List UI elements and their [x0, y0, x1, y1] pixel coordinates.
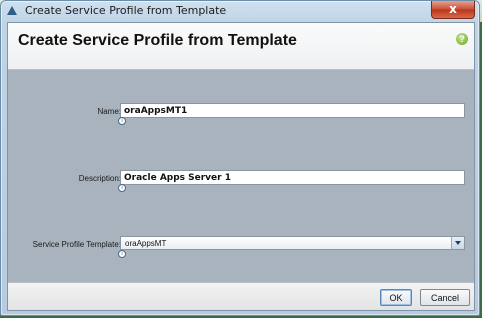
template-label: Service Profile Template: [32, 240, 121, 249]
app-triangle-icon [7, 6, 17, 15]
title-bar[interactable]: Create Service Profile from Template x [1, 1, 479, 21]
dialog-client: Create Service Profile from Template ? N… [7, 22, 475, 311]
help-icon[interactable]: ? [456, 33, 468, 45]
dialog-footer: OK Cancel [8, 282, 474, 310]
template-select-value: oraAppsMT [125, 239, 167, 248]
name-label: Name: [97, 107, 121, 116]
cancel-button[interactable]: Cancel [420, 289, 470, 306]
description-info-icon[interactable]: i [118, 184, 126, 192]
close-button[interactable]: x [431, 1, 475, 19]
template-info-icon[interactable]: i [118, 250, 126, 258]
description-label: Description: [78, 174, 121, 183]
name-info-icon[interactable]: i [118, 117, 126, 125]
chevron-down-icon[interactable] [451, 237, 464, 249]
form-area: Name: oraAppsMT1 i Description: Oracle A… [8, 91, 474, 283]
form-area-top [8, 70, 474, 91]
description-row: Description: Oracle Apps Server 1 i [8, 170, 474, 192]
template-select[interactable]: oraAppsMT [120, 236, 465, 250]
template-row: Service Profile Template: oraAppsMT i [8, 236, 474, 258]
description-field[interactable]: Oracle Apps Server 1 [120, 170, 465, 185]
name-field[interactable]: oraAppsMT1 [120, 103, 465, 118]
dialog-window: Create Service Profile from Template x C… [0, 0, 480, 316]
ok-button[interactable]: OK [380, 289, 412, 306]
window-title: Create Service Profile from Template [25, 4, 227, 17]
name-row: Name: oraAppsMT1 i [8, 103, 474, 125]
dialog-header: Create Service Profile from Template ? [8, 23, 474, 70]
page-title: Create Service Profile from Template [18, 32, 297, 49]
